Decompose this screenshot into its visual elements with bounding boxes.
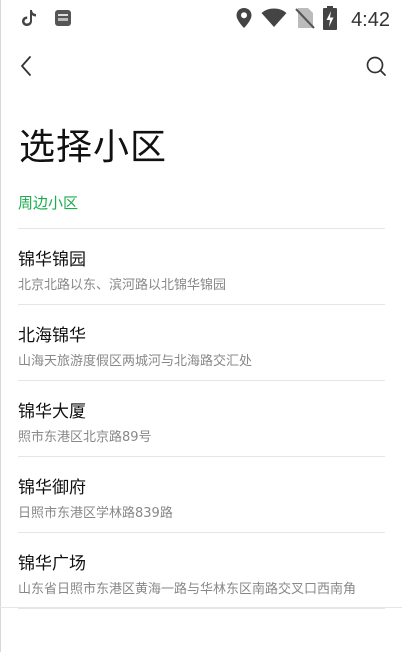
community-name: 锦华大厦 bbox=[18, 402, 86, 422]
status-bar: 4:42 bbox=[0, 0, 402, 38]
status-time: 4:42 bbox=[351, 8, 390, 31]
no-sim-icon bbox=[295, 7, 315, 33]
community-item[interactable]: 锦华大厦 照市东港区北京路89号 bbox=[18, 381, 385, 457]
status-bar-system: 4:42 bbox=[235, 6, 390, 34]
community-item[interactable]: 锦华御府 日照市东港区学林路839路 bbox=[18, 457, 385, 533]
notification-app-icon bbox=[54, 9, 72, 31]
community-address: 日照市东港区学林路839路 bbox=[18, 506, 173, 521]
nearby-communities-label: 周边小区 bbox=[18, 194, 79, 212]
community-item[interactable]: 锦华广场 山东省日照市东港区黄海一路与华林东区南路交叉口西南角 bbox=[18, 533, 385, 609]
chevron-left-icon bbox=[19, 55, 33, 81]
community-address: 山东省日照市东港区黄海一路与华林东区南路交叉口西南角 bbox=[18, 582, 357, 597]
community-item[interactable]: 北海锦华 山海天旅游度假区两城河与北海路交汇处 bbox=[18, 305, 385, 381]
community-address: 北京北路以东、滨河路以北锦华锦园 bbox=[18, 278, 227, 293]
community-item[interactable]: 锦华锦园 北京北路以东、滨河路以北锦华锦园 bbox=[18, 229, 385, 305]
community-address: 山海天旅游度假区两城河与北海路交汇处 bbox=[18, 354, 253, 369]
community-address: 照市东港区北京路89号 bbox=[18, 430, 152, 445]
community-name: 锦华锦园 bbox=[18, 250, 86, 270]
tiktok-icon bbox=[20, 8, 38, 32]
bottom-divider bbox=[0, 607, 402, 608]
community-name: 锦华广场 bbox=[18, 554, 86, 574]
back-button[interactable] bbox=[12, 54, 40, 82]
location-icon bbox=[235, 7, 253, 33]
community-name: 北海锦华 bbox=[18, 326, 86, 346]
community-list: 锦华锦园 北京北路以东、滨河路以北锦华锦园 北海锦华 山海天旅游度假区两城河与北… bbox=[18, 228, 385, 609]
window-edge bbox=[0, 0, 1, 652]
navigation-bar bbox=[0, 50, 402, 86]
battery-charging-icon bbox=[323, 6, 338, 34]
search-button[interactable] bbox=[362, 54, 390, 82]
wifi-icon bbox=[261, 8, 287, 32]
community-name: 锦华御府 bbox=[18, 478, 86, 498]
status-bar-notifications bbox=[20, 8, 72, 32]
search-icon bbox=[365, 55, 387, 81]
page-title: 选择小区 bbox=[19, 127, 168, 168]
